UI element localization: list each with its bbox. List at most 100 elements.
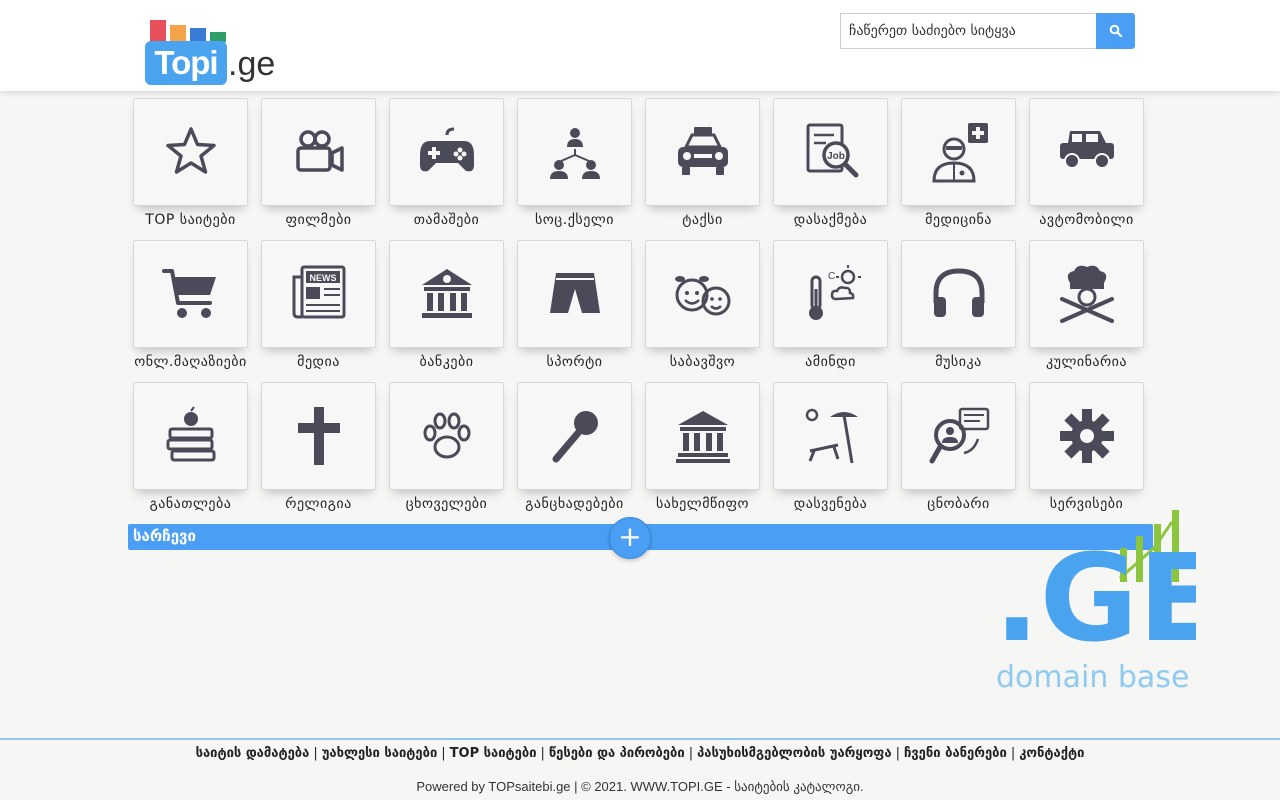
category-icon-box[interactable] bbox=[901, 98, 1016, 206]
category-tile-19[interactable]: ცხოველები bbox=[389, 382, 504, 524]
ge-logo-graphic: .GE bbox=[994, 510, 1220, 669]
category-label[interactable]: ონლ.მაღაზიები bbox=[133, 354, 248, 370]
category-icon-box[interactable] bbox=[1029, 382, 1144, 490]
site-logo[interactable]: Topi .ge bbox=[145, 18, 285, 86]
category-icon-box[interactable] bbox=[1029, 98, 1144, 206]
ge-big-text: .GE bbox=[996, 530, 1196, 658]
category-tile-10[interactable]: NEWS მედია bbox=[261, 240, 376, 382]
category-icon-box[interactable] bbox=[517, 240, 632, 348]
category-tile-7[interactable]: მედიცინა bbox=[901, 98, 1016, 240]
category-icon-box[interactable] bbox=[773, 382, 888, 490]
footer-separator: | bbox=[895, 746, 900, 761]
category-tile-8[interactable]: ავტომობილი bbox=[1029, 98, 1144, 240]
category-tile-13[interactable]: საბავშვო bbox=[645, 240, 760, 382]
category-label[interactable]: ფილმები bbox=[261, 212, 376, 228]
footer-link-7[interactable]: კონტაქტი bbox=[1019, 746, 1084, 761]
category-label[interactable]: რელიგია bbox=[261, 496, 376, 512]
category-tile-3[interactable]: თამაშები bbox=[389, 98, 504, 240]
category-icon-box[interactable] bbox=[517, 382, 632, 490]
category-label[interactable]: მედიცინა bbox=[901, 212, 1016, 228]
shopping-cart-icon bbox=[161, 269, 216, 318]
gamepad-icon bbox=[419, 127, 474, 172]
star-icon bbox=[165, 127, 216, 174]
category-tile-1[interactable]: TOP საიტები bbox=[133, 98, 248, 240]
category-tile-2[interactable]: ფილმები bbox=[261, 98, 376, 240]
category-tile-14[interactable]: Cამინდი bbox=[773, 240, 888, 382]
category-label[interactable]: კულინარია bbox=[1029, 354, 1144, 370]
info-search-icon bbox=[929, 407, 989, 464]
category-icon-box[interactable] bbox=[389, 98, 504, 206]
category-icon-box[interactable]: Job bbox=[773, 98, 888, 206]
category-icon-box[interactable]: C bbox=[773, 240, 888, 348]
category-icon-box[interactable] bbox=[645, 382, 760, 490]
category-label[interactable]: TOP საიტები bbox=[133, 212, 248, 228]
category-tile-9[interactable]: ონლ.მაღაზიები bbox=[133, 240, 248, 382]
search-button[interactable] bbox=[1096, 13, 1135, 49]
category-label[interactable]: საბავშვო bbox=[645, 354, 760, 370]
expand-button[interactable]: + bbox=[609, 517, 651, 559]
category-label[interactable]: ცხოველები bbox=[389, 496, 504, 512]
category-label[interactable]: სოც.ქსელი bbox=[517, 212, 632, 228]
footer-link-2[interactable]: უახლესი საიტები bbox=[322, 746, 438, 761]
category-icon-box[interactable] bbox=[645, 98, 760, 206]
category-label[interactable]: ბანკები bbox=[389, 354, 504, 370]
category-tile-21[interactable]: სახელმწიფო bbox=[645, 382, 760, 524]
category-tile-5[interactable]: ტაქსი bbox=[645, 98, 760, 240]
beach-icon bbox=[805, 408, 858, 464]
category-label[interactable]: ავტომობილი bbox=[1029, 212, 1144, 228]
category-label[interactable]: მუსიკა bbox=[901, 354, 1016, 370]
footer-link-4[interactable]: წესები და პირობები bbox=[549, 746, 685, 761]
category-icon-box[interactable] bbox=[517, 98, 632, 206]
category-icon-box[interactable] bbox=[389, 240, 504, 348]
kids-icon bbox=[674, 276, 730, 316]
category-icon-box[interactable] bbox=[261, 382, 376, 490]
category-tile-23[interactable]: ცნობარი bbox=[901, 382, 1016, 524]
category-tile-22[interactable]: დასვენება bbox=[773, 382, 888, 524]
category-icon-box[interactable] bbox=[901, 240, 1016, 348]
footer-link-3[interactable]: TOP საიტები bbox=[450, 746, 537, 761]
footer-link-5[interactable]: პასუხისმგებლობის უარყოფა bbox=[697, 746, 891, 761]
category-label[interactable]: დასვენება bbox=[773, 496, 888, 512]
category-tile-24[interactable]: სერვისები bbox=[1029, 382, 1144, 524]
category-tile-6[interactable]: Job დასაქმება bbox=[773, 98, 888, 240]
category-icon-box[interactable] bbox=[133, 382, 248, 490]
category-label[interactable]: დასაქმება bbox=[773, 212, 888, 228]
social-network-icon bbox=[549, 128, 600, 179]
category-icon-box[interactable] bbox=[389, 382, 504, 490]
category-tile-11[interactable]: ბანკები bbox=[389, 240, 504, 382]
category-icon-box[interactable] bbox=[133, 98, 248, 206]
category-label[interactable]: განათლება bbox=[133, 496, 248, 512]
category-tile-4[interactable]: სოც.ქსელი bbox=[517, 98, 632, 240]
category-label[interactable]: თამაშები bbox=[389, 212, 504, 228]
category-icon-box[interactable] bbox=[261, 98, 376, 206]
category-tile-18[interactable]: რელიგია bbox=[261, 382, 376, 524]
footer-link-1[interactable]: საიტის დამატება bbox=[196, 746, 310, 761]
category-tile-20[interactable]: განცხადებები bbox=[517, 382, 632, 524]
svg-text:C: C bbox=[828, 271, 835, 282]
category-icon-box[interactable] bbox=[645, 240, 760, 348]
category-tile-16[interactable]: კულინარია bbox=[1029, 240, 1144, 382]
search-input[interactable] bbox=[840, 13, 1096, 49]
category-label[interactable]: განცხადებები bbox=[517, 496, 632, 512]
category-label[interactable]: ტაქსი bbox=[645, 212, 760, 228]
category-tile-12[interactable]: სპორტი bbox=[517, 240, 632, 382]
category-icon-box[interactable] bbox=[133, 240, 248, 348]
footer-separator: | bbox=[313, 746, 318, 761]
video-camera-icon bbox=[295, 130, 344, 172]
category-label[interactable]: მედია bbox=[261, 354, 376, 370]
category-icon-box[interactable] bbox=[901, 382, 1016, 490]
car-icon bbox=[1059, 131, 1114, 169]
category-icon-box[interactable]: NEWS bbox=[261, 240, 376, 348]
category-tile-17[interactable]: განათლება bbox=[133, 382, 248, 524]
logo-bar-red bbox=[150, 20, 166, 42]
footer-links: საიტის დამატება | უახლესი საიტები | TOP საიტ… bbox=[0, 746, 1280, 761]
newspaper-icon: NEWS bbox=[292, 265, 345, 319]
category-label[interactable]: ამინდი bbox=[773, 354, 888, 370]
category-label[interactable]: სახელმწიფო bbox=[645, 496, 760, 512]
category-icon-box[interactable] bbox=[1029, 240, 1144, 348]
footer-divider bbox=[0, 738, 1280, 740]
domain-banner[interactable]: .GE domain base bbox=[994, 508, 1220, 698]
footer-link-6[interactable]: ჩვენი ბანერები bbox=[904, 746, 1007, 761]
category-label[interactable]: სპორტი bbox=[517, 354, 632, 370]
category-tile-15[interactable]: მუსიკა bbox=[901, 240, 1016, 382]
